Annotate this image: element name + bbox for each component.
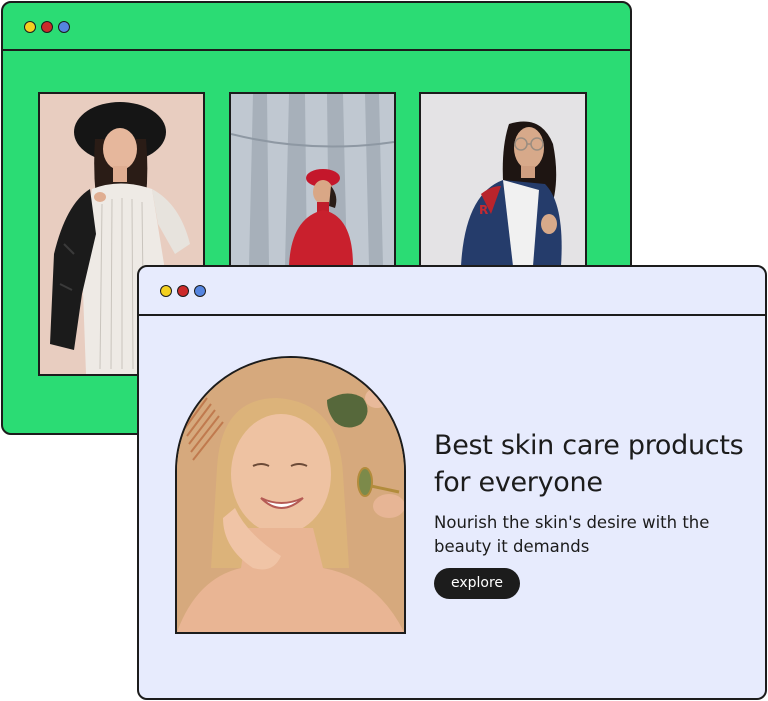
minimize-dot[interactable] (160, 285, 172, 297)
hero-subtitle: Nourish the skin's desire with the beauty… (434, 511, 734, 559)
gallery-photo-2[interactable] (229, 92, 396, 268)
hero-image (175, 356, 406, 634)
subtitle-line-2: beauty it demands (434, 537, 590, 556)
hero-headline: Best skin care products for everyone (434, 427, 754, 501)
window-titlebar (3, 3, 630, 51)
maximize-dot[interactable] (194, 285, 206, 297)
front-browser-window: Best skin care products for everyone Nour… (137, 265, 767, 700)
minimize-dot[interactable] (24, 21, 36, 33)
smiling-woman-with-face-roller-photo-icon (177, 358, 404, 632)
woman-red-beret-red-sweater-photo-icon (231, 94, 394, 266)
explore-button[interactable]: explore (434, 568, 520, 599)
gallery-photo-3[interactable]: R (419, 92, 587, 268)
subtitle-line-1: Nourish the skin's desire with the (434, 513, 710, 532)
window-controls (160, 285, 206, 297)
close-dot[interactable] (41, 21, 53, 33)
window-controls (24, 21, 70, 33)
headline-line-2: for everyone (434, 467, 603, 498)
headline-line-1: Best skin care products (434, 430, 744, 461)
woman-glasses-varsity-jacket-photo-icon: R (421, 94, 585, 266)
svg-text:R: R (479, 203, 488, 217)
maximize-dot[interactable] (58, 21, 70, 33)
window-titlebar (139, 267, 765, 316)
close-dot[interactable] (177, 285, 189, 297)
